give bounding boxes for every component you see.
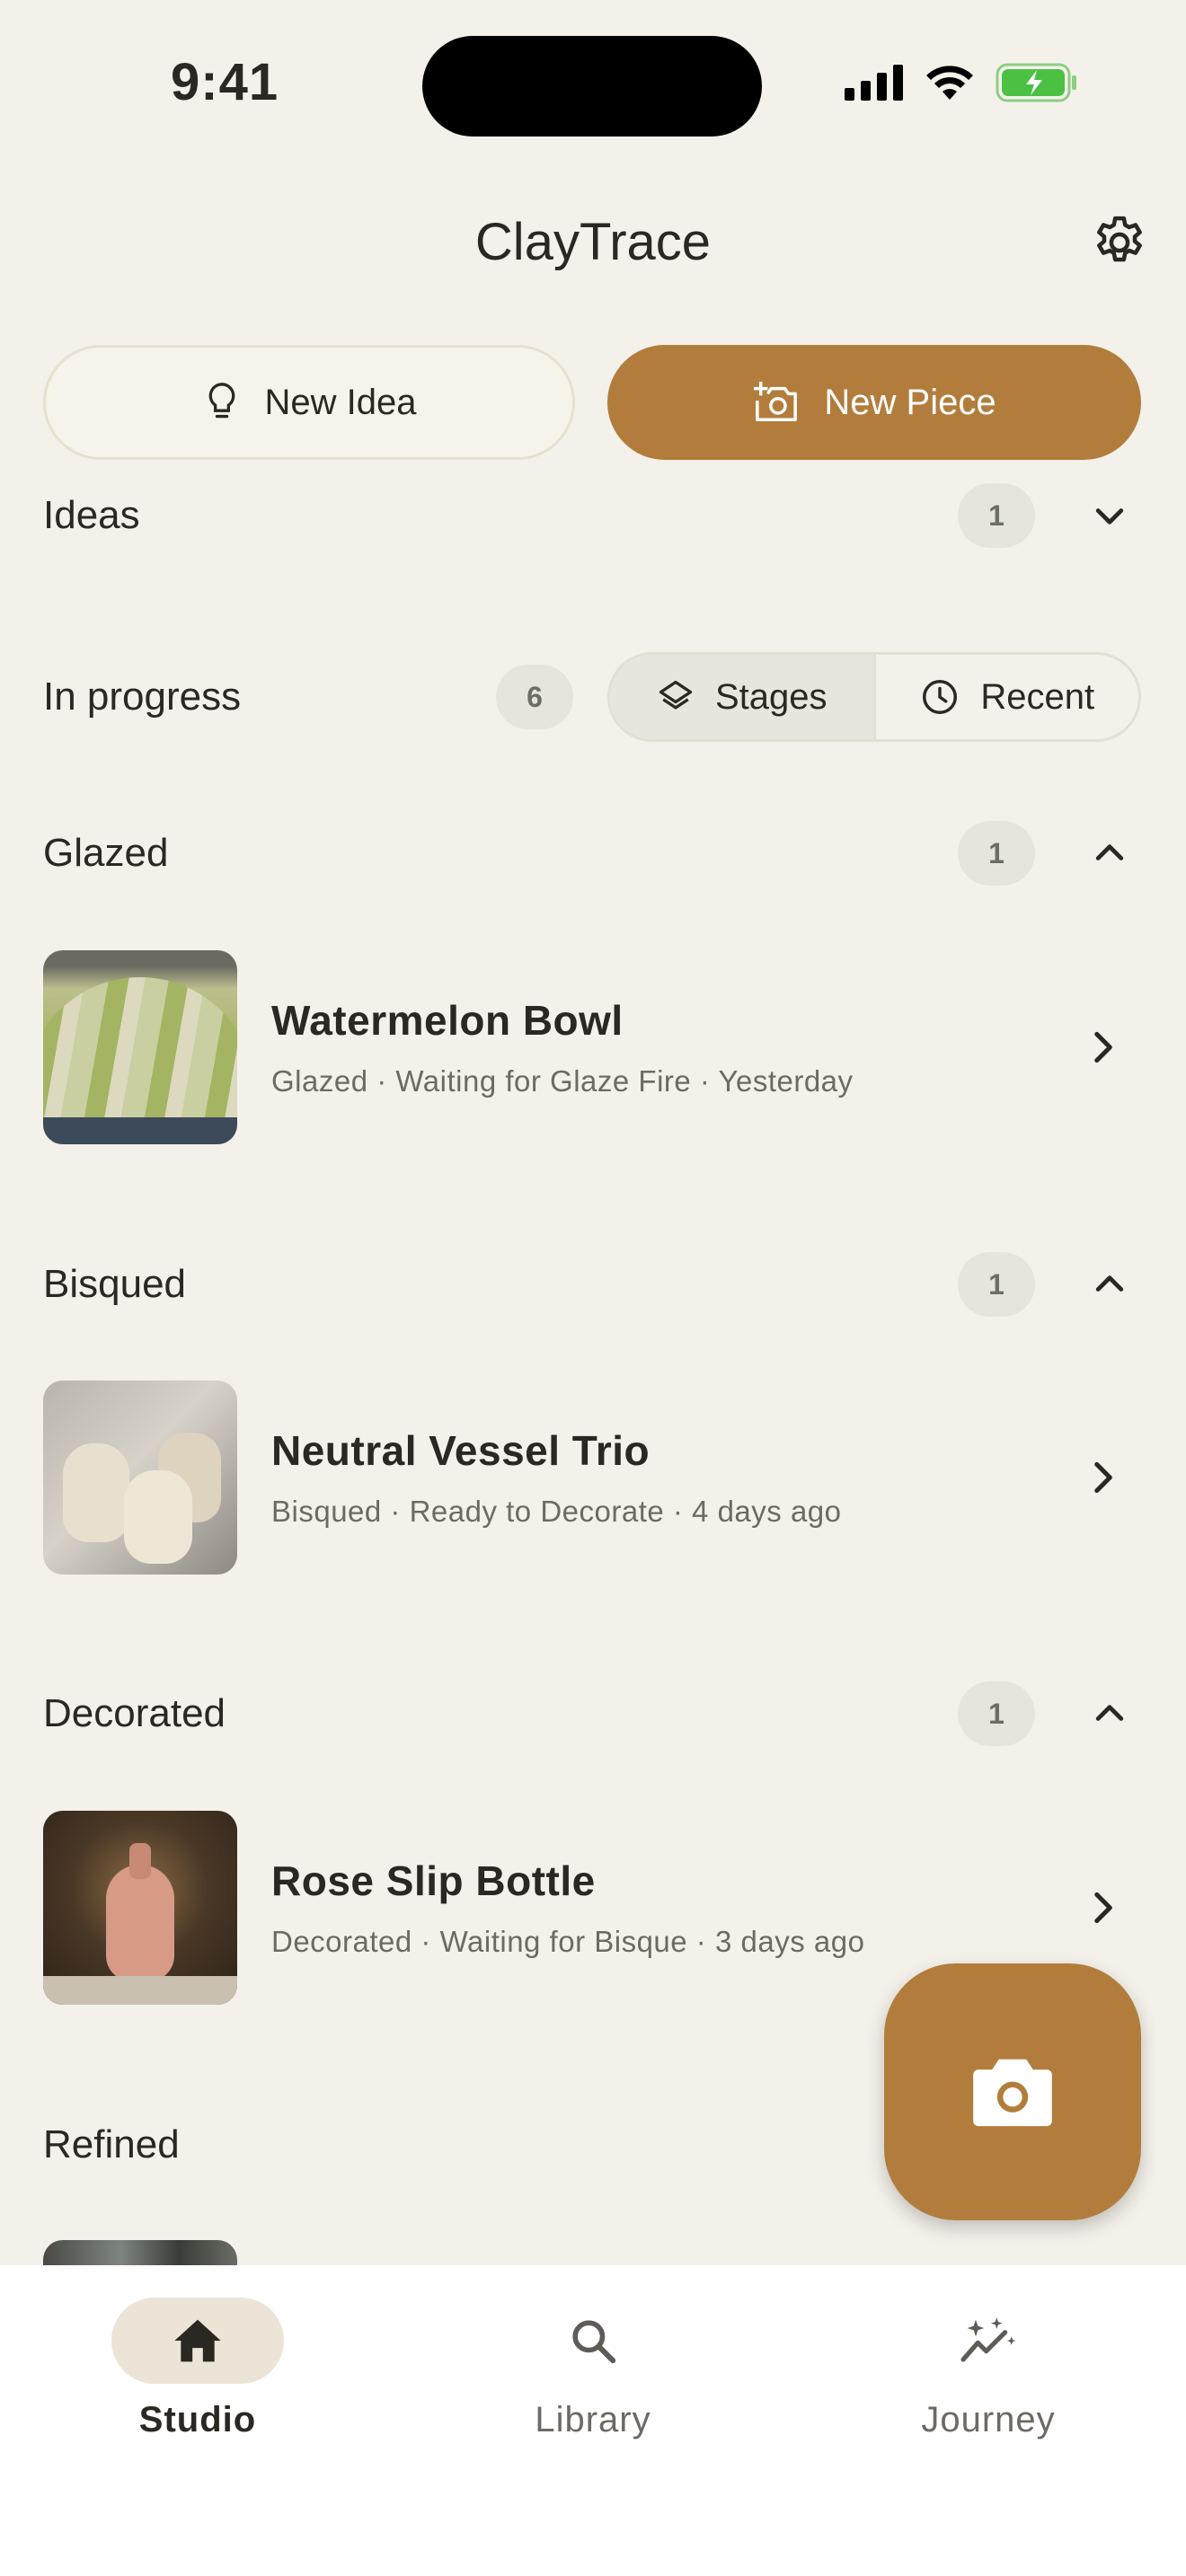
new-piece-label: New Piece [824, 382, 996, 422]
chevron-up-icon[interactable] [1087, 1691, 1132, 1736]
settings-gear-icon [1097, 216, 1142, 262]
new-piece-button[interactable]: New Piece [607, 345, 1141, 460]
new-idea-button[interactable]: New Idea [43, 345, 575, 460]
layers-icon [659, 680, 693, 710]
chevron-up-icon[interactable] [1087, 1262, 1132, 1307]
new-idea-label: New Idea [264, 382, 417, 422]
item-title: Watermelon Bowl [271, 997, 624, 1044]
in-progress-header: In progress 6 [43, 661, 582, 733]
camera-icon [973, 2059, 1052, 2127]
nav-label-journey: Journey [921, 2400, 1056, 2439]
ideas-count-badge: 1 [958, 483, 1035, 548]
stages-toggle[interactable]: Stages [610, 655, 876, 739]
nav-tab-library[interactable]: Library [485, 2298, 701, 2440]
cellular-signal-icon [845, 65, 903, 101]
wifi-icon [926, 66, 973, 100]
settings-button[interactable] [1089, 212, 1150, 273]
app-title: ClayTrace [474, 213, 712, 271]
sparkle-chart-icon [960, 2317, 1016, 2362]
group-label: Refined [43, 2122, 180, 2166]
chevron-down-icon[interactable] [1087, 493, 1132, 538]
recent-toggle[interactable]: Recent [876, 655, 1139, 739]
ideas-section-header[interactable]: Ideas 1 [43, 480, 1143, 551]
glazed-group-header[interactable]: Glazed 1 [43, 817, 1143, 889]
piece-thumbnail [43, 950, 237, 1144]
piece-thumbnail [43, 2240, 237, 2267]
item-subtitle: Bisqued · Ready to Decorate · 4 days ago [271, 1495, 842, 1528]
chevron-right-icon [1094, 1031, 1112, 1063]
camera-fab-button[interactable] [884, 1963, 1141, 2220]
decorated-group-header[interactable]: Decorated 1 [43, 1678, 1143, 1750]
group-count-badge: 1 [958, 821, 1035, 886]
chevron-right-icon [1094, 1461, 1112, 1494]
status-bar: 9:41 [0, 0, 1186, 171]
refined-group-header[interactable]: Refined [43, 2109, 582, 2181]
recent-label: Recent [980, 676, 1095, 717]
battery-icon [996, 63, 1076, 102]
item-subtitle: Glazed · Waiting for Glaze Fire · Yester… [271, 1064, 854, 1098]
nav-tab-journey[interactable]: Journey [881, 2298, 1096, 2440]
add-photo-icon [754, 381, 798, 421]
piece-thumbnail [43, 1381, 237, 1575]
item-title: Rose Slip Bottle [271, 1857, 596, 1904]
nav-label-library: Library [535, 2400, 651, 2439]
lightbulb-icon [208, 383, 235, 419]
group-count-badge: 1 [958, 1681, 1035, 1746]
dynamic-island [422, 36, 762, 137]
bottom-navigation: Studio Library Journey [0, 2265, 1186, 2576]
piece-thumbnail [43, 1811, 237, 2005]
home-icon [174, 2319, 221, 2362]
item-subtitle: Decorated · Waiting for Bisque · 3 days … [271, 1925, 865, 1958]
in-progress-count-badge: 6 [496, 665, 573, 729]
clock-icon [923, 680, 958, 714]
view-toggle: Stages Recent [607, 652, 1141, 742]
search-icon [572, 2320, 616, 2364]
chevron-up-icon[interactable] [1087, 831, 1132, 876]
status-icons [845, 63, 1078, 102]
list-item[interactable]: Neutral Vessel Trio Bisqued · Ready to D… [43, 1381, 1143, 1575]
stages-label: Stages [714, 676, 828, 717]
bisqued-group-header[interactable]: Bisqued 1 [43, 1248, 1143, 1320]
item-title: Neutral Vessel Trio [271, 1427, 651, 1474]
chevron-right-icon [1094, 1892, 1112, 1924]
nav-tab-studio[interactable]: Studio [90, 2298, 305, 2440]
status-time: 9:41 [171, 53, 279, 111]
list-item[interactable]: Watermelon Bowl Glazed · Waiting for Gla… [43, 950, 1143, 1144]
group-count-badge: 1 [958, 1252, 1035, 1317]
nav-label-studio: Studio [138, 2400, 257, 2439]
nav-active-indicator [111, 2298, 284, 2384]
